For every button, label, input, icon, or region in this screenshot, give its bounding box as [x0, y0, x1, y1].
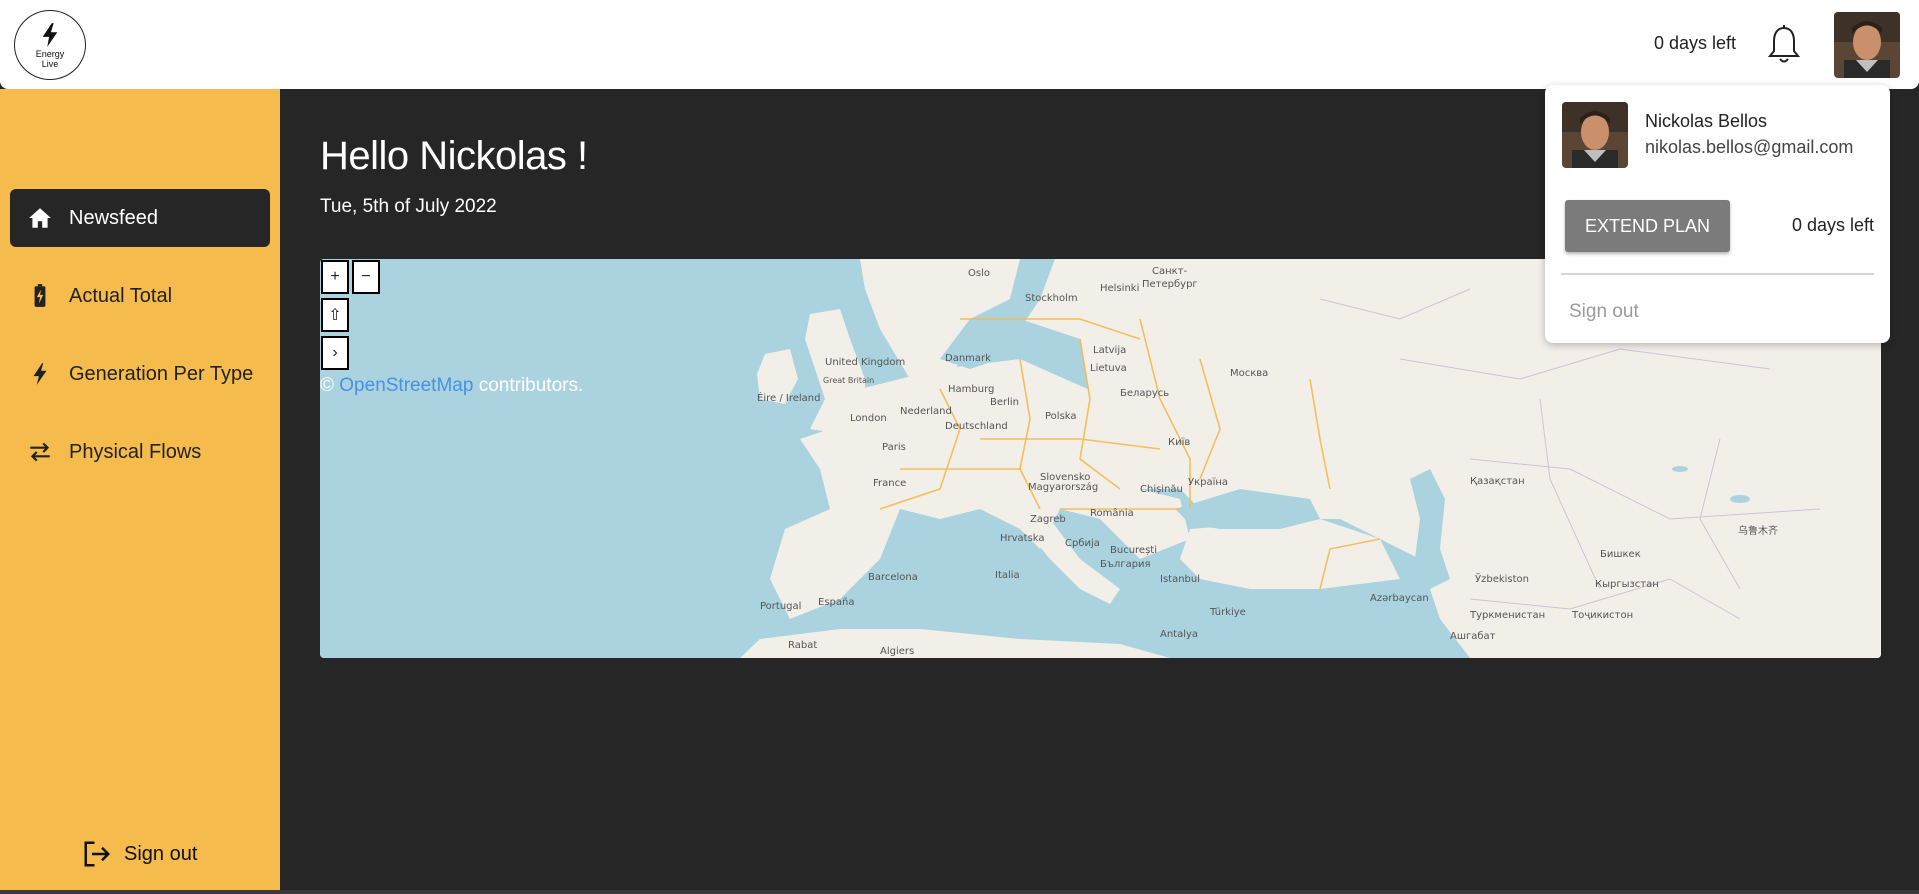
svg-text:Кыргызстан: Кыргызстан	[1595, 579, 1659, 590]
svg-text:Azərbaycan: Azərbaycan	[1370, 593, 1429, 604]
map-expand-button[interactable]: ›	[321, 336, 349, 370]
svg-text:Москва: Москва	[1230, 368, 1268, 379]
sidebar: Newsfeed Actual Total Generation Per Typ…	[0, 89, 280, 894]
svg-text:Rabat: Rabat	[788, 640, 817, 651]
svg-text:Zagreb: Zagreb	[1030, 514, 1066, 525]
user-email: nikolas.bellos@gmail.com	[1645, 137, 1854, 157]
svg-text:Ўzbekiston: Ўzbekiston	[1475, 572, 1529, 585]
zoom-out-button[interactable]: −	[352, 260, 380, 294]
svg-text:乌鲁木齐: 乌鲁木齐	[1738, 524, 1778, 537]
svg-text:Україна: Україна	[1188, 477, 1228, 488]
svg-text:Oslo: Oslo	[968, 268, 990, 279]
lightning-logo-icon	[42, 22, 58, 47]
svg-text:Istanbul: Istanbul	[1160, 574, 1200, 585]
svg-text:Berlin: Berlin	[990, 397, 1019, 408]
divider	[1561, 273, 1874, 275]
map-home-button[interactable]: ⇧	[321, 298, 349, 332]
bell-icon[interactable]	[1766, 24, 1802, 66]
svg-text:Санкт-: Санкт-	[1152, 266, 1188, 277]
svg-text:Тоҷикистон: Тоҷикистон	[1571, 610, 1633, 621]
svg-text:Беларусь: Беларусь	[1120, 388, 1169, 399]
app-logo[interactable]: Energy Live	[14, 10, 86, 80]
sign-out-label: Sign out	[124, 842, 198, 865]
svg-text:România: România	[1090, 507, 1134, 519]
avatar	[1562, 102, 1628, 168]
svg-text:Петербург: Петербург	[1142, 279, 1198, 290]
svg-text:Київ: Київ	[1168, 437, 1190, 448]
svg-text:Barcelona: Barcelona	[868, 572, 918, 583]
svg-text:Italia: Italia	[995, 570, 1020, 581]
sidebar-item-newsfeed[interactable]: Newsfeed	[10, 189, 270, 247]
svg-text:București: București	[1110, 545, 1157, 556]
svg-text:Deutschland: Deutschland	[945, 421, 1008, 432]
extend-plan-button[interactable]: EXTEND PLAN	[1565, 200, 1730, 252]
svg-text:Algiers: Algiers	[880, 646, 914, 657]
swap-arrows-icon	[25, 437, 55, 467]
svg-text:Lietuva: Lietuva	[1090, 363, 1127, 374]
svg-text:Chișinău: Chișinău	[1140, 484, 1183, 495]
svg-text:United Kingdom: United Kingdom	[825, 357, 905, 368]
battery-charging-icon	[25, 281, 55, 311]
user-name: Nickolas Bellos	[1645, 111, 1768, 131]
home-icon	[25, 203, 55, 233]
svg-text:Great Britain: Great Britain	[823, 376, 874, 385]
svg-text:Antalya: Antalya	[1160, 629, 1198, 640]
map-attribution: © OpenStreetMap contributors.	[320, 375, 584, 396]
svg-text:Paris: Paris	[882, 442, 906, 453]
svg-text:Stockholm: Stockholm	[1025, 293, 1078, 304]
svg-text:Helsinki: Helsinki	[1100, 283, 1139, 294]
logo-text: Energy Live	[35, 48, 65, 69]
page-title: Hello Nickolas !	[320, 134, 588, 178]
svg-text:Portugal: Portugal	[760, 601, 801, 612]
sidebar-sign-out-button[interactable]: Sign out	[82, 839, 197, 869]
svg-text:Éire / Ireland: Éire / Ireland	[757, 391, 820, 404]
sidebar-item-label: Physical Flows	[69, 440, 202, 463]
svg-text:London: London	[850, 413, 887, 424]
svg-text:Latvija: Latvija	[1093, 345, 1126, 356]
days-left-label: 0 days left	[1791, 215, 1874, 235]
svg-text:България: България	[1100, 559, 1151, 570]
svg-text:Hrvatska: Hrvatska	[1000, 533, 1045, 544]
svg-text:Hamburg: Hamburg	[948, 384, 994, 395]
sidebar-item-label: Generation Per Type	[69, 362, 254, 385]
svg-text:Србија: Србија	[1065, 537, 1100, 549]
svg-text:Türkiye: Türkiye	[1209, 607, 1246, 618]
lightning-icon	[25, 359, 55, 389]
svg-text:Nederland: Nederland	[900, 406, 952, 417]
svg-text:Туркменистан: Туркменистан	[1469, 610, 1545, 621]
svg-text:Slovensko: Slovensko	[1040, 472, 1090, 483]
sidebar-item-label: Actual Total	[69, 284, 173, 307]
zoom-in-button[interactable]: +	[321, 260, 349, 294]
bottom-edge	[0, 890, 1919, 894]
top-bar: Energy Live 0 days left	[0, 0, 1919, 89]
page-date: Tue, 5th of July 2022	[320, 196, 497, 217]
svg-text:Polska: Polska	[1045, 411, 1077, 422]
openstreetmap-link[interactable]: OpenStreetMap	[339, 375, 473, 396]
sidebar-item-physical-flows[interactable]: Physical Flows	[10, 423, 270, 481]
svg-text:Қазақстан: Қазақстан	[1470, 476, 1525, 487]
sidebar-item-generation-per-type[interactable]: Generation Per Type	[10, 345, 270, 403]
sidebar-item-actual-total[interactable]: Actual Total	[10, 267, 270, 325]
svg-text:Бишкек: Бишкек	[1600, 549, 1641, 560]
svg-text:España: España	[818, 597, 854, 608]
svg-text:Danmark: Danmark	[945, 353, 991, 364]
sidebar-item-label: Newsfeed	[69, 206, 158, 229]
days-left-label: 0 days left	[1653, 33, 1736, 53]
logout-icon	[84, 841, 111, 867]
svg-text:Ашгабат: Ашгабат	[1450, 631, 1496, 642]
avatar[interactable]	[1834, 12, 1900, 78]
user-menu-dropdown: Nickolas Bellos nikolas.bellos@gmail.com…	[1545, 85, 1890, 343]
sign-out-button[interactable]: Sign out	[1569, 301, 1639, 323]
svg-text:France: France	[873, 478, 906, 489]
